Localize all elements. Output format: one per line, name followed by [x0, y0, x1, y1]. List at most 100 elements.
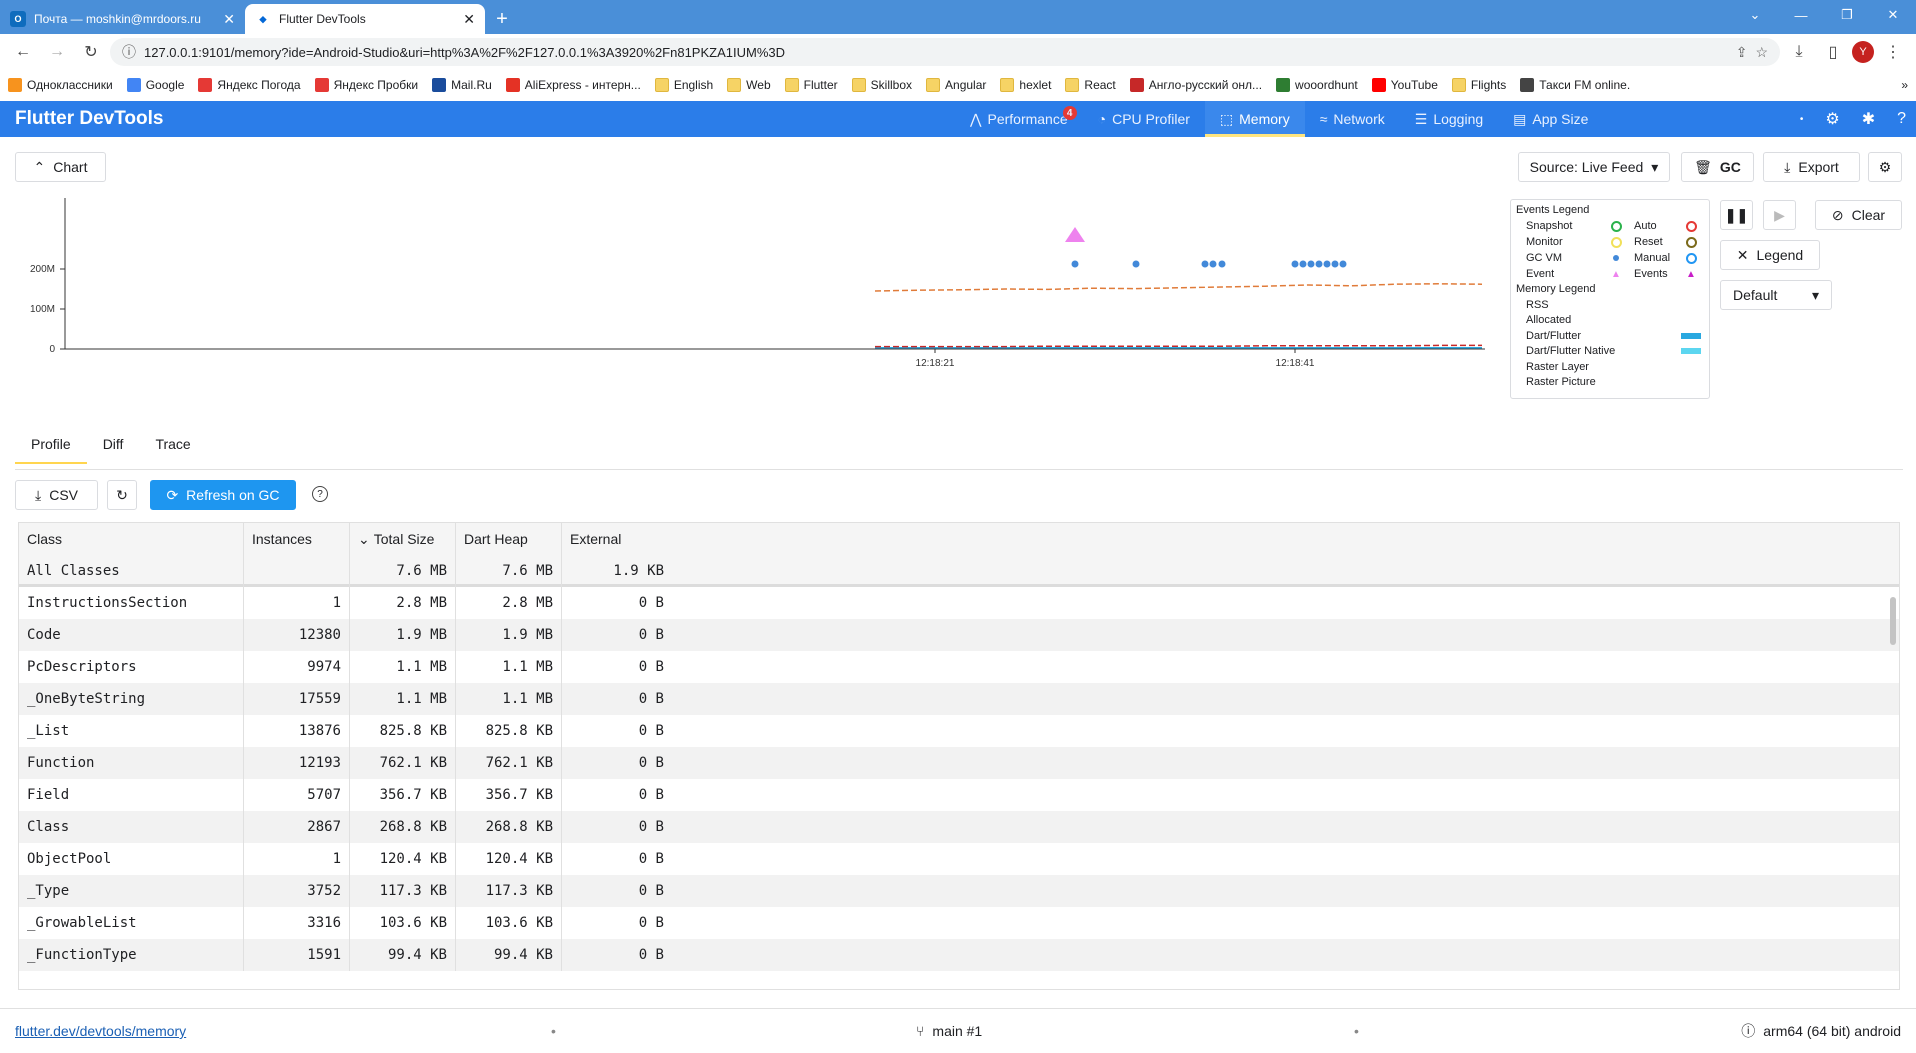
gc-event-marker [1071, 260, 1079, 268]
table-cell: _FunctionType [19, 939, 244, 971]
source-select[interactable]: Source: Live Feed ▾ [1518, 152, 1670, 182]
table-cell: 0 B [638, 595, 664, 611]
table-cell: 1.1 MB [350, 651, 456, 683]
table-row[interactable]: _OneByteString 17559 1.1 MB 1.1 MB 0 B [19, 683, 1899, 715]
clear-button[interactable]: ⊘ Clear [1815, 200, 1902, 230]
table-cell: 1591 [244, 939, 350, 971]
table-row[interactable]: _FunctionType 1591 99.4 KB 99.4 KB 0 B [19, 939, 1899, 971]
close-tab-icon[interactable]: ✕ [463, 11, 475, 28]
browser-tab-devtools[interactable]: ◆ Flutter DevTools ✕ [245, 4, 485, 34]
tab-trace[interactable]: Trace [139, 424, 206, 464]
table-row[interactable]: Field 5707 356.7 KB 356.7 KB 0 B [19, 779, 1899, 811]
restore-icon[interactable]: ❐ [1824, 0, 1870, 30]
interval-select[interactable]: Default ▾ [1720, 280, 1832, 310]
tab-performance[interactable]: ⋀ Performance 4 [955, 101, 1083, 137]
new-tab-button[interactable]: + [485, 4, 519, 34]
bookmark-item[interactable]: Яндекс Погода [198, 78, 301, 92]
more-bookmarks-icon[interactable]: » [1901, 78, 1908, 92]
export-button[interactable]: ⤓ Export [1763, 152, 1860, 182]
help-icon[interactable]: ? [1897, 110, 1906, 128]
browser-menu-icon[interactable]: ⋮ [1878, 37, 1908, 67]
table-row[interactable]: _GrowableList 3316 103.6 KB 103.6 KB 0 B [19, 907, 1899, 939]
help-icon[interactable]: ? [312, 486, 328, 502]
tab-memory[interactable]: ⬚ Memory [1204, 101, 1305, 137]
bookmark-item[interactable]: Web [727, 78, 771, 92]
summary-row[interactable]: All Classes 7.6 MB 7.6 MB 1.9 KB [19, 555, 1899, 587]
bookmark-item[interactable]: Flutter [784, 78, 838, 92]
tab-logging[interactable]: ☰ Logging [1400, 101, 1498, 137]
memory-settings-button[interactable]: ⚙ [1868, 152, 1902, 182]
back-icon[interactable]: ← [8, 37, 38, 67]
isolate-selector[interactable]: ⑂ main #1 [916, 1023, 982, 1039]
legend-button[interactable]: ✕ Legend [1720, 240, 1820, 270]
delete-icon: 🗑 [1694, 158, 1712, 175]
pause-button[interactable]: ❚❚ [1720, 200, 1753, 230]
table-row[interactable]: ObjectPool 1 120.4 KB 120.4 KB 0 B [19, 843, 1899, 875]
tab-diff[interactable]: Diff [87, 424, 140, 464]
url-field[interactable]: ⓘ 127.0.0.1:9101/memory?ide=Android-Stud… [110, 38, 1780, 66]
tab-cpu-profiler[interactable]: ◔ CPU Profiler [1083, 101, 1205, 137]
minimize-icon[interactable]: — [1778, 0, 1824, 30]
browser-tab-mail[interactable]: O Почта — moshkin@mrdoors.ru ✕ [0, 4, 245, 34]
site-info-icon[interactable]: ⓘ [122, 42, 136, 62]
chart-toggle-button[interactable]: ⌃ Chart [15, 152, 106, 182]
bookmark-item[interactable]: Mail.Ru [432, 78, 492, 92]
bookmark-item[interactable]: Англо-русский онл... [1129, 78, 1262, 92]
settings-icon[interactable]: ⚙ [1825, 109, 1839, 129]
table-row[interactable]: InstructionsSection 1 2.8 MB 2.8 MB 0 B [19, 587, 1899, 619]
bookmark-item[interactable]: YouTube [1371, 78, 1438, 92]
bookmark-item[interactable]: Angular [926, 78, 986, 92]
column-dart-heap[interactable]: Dart Heap [456, 523, 562, 555]
bookmark-item[interactable]: English [654, 78, 713, 92]
bookmark-item[interactable]: Яндекс Пробки [314, 78, 418, 92]
refresh-on-gc-button[interactable]: ⟳ Refresh on GC [150, 480, 296, 510]
bug-icon[interactable]: ✱ [1862, 109, 1875, 129]
bookmark-item[interactable]: Skillbox [851, 78, 912, 92]
column-instances[interactable]: Instances [244, 523, 350, 555]
tab-network[interactable]: ≈ Network [1305, 101, 1400, 137]
forward-icon[interactable]: → [42, 37, 72, 67]
bookmark-item[interactable]: Flights [1451, 78, 1506, 92]
table-row[interactable]: _List 13876 825.8 KB 825.8 KB 0 B [19, 715, 1899, 747]
table-row[interactable]: _Type 3752 117.3 KB 117.3 KB 0 B [19, 875, 1899, 907]
bookmark-item[interactable]: AliExpress - интерн... [505, 78, 641, 92]
table-row[interactable]: PcDescriptors 9974 1.1 MB 1.1 MB 0 B [19, 651, 1899, 683]
scrollbar[interactable] [1890, 597, 1896, 645]
table-cell: 99.4 KB [456, 939, 562, 971]
avatar[interactable]: Y [1852, 41, 1874, 63]
browser-tab-bar: O Почта — moshkin@mrdoors.ru ✕ ◆ Flutter… [0, 0, 1916, 34]
bookmark-item[interactable]: hexlet [1000, 78, 1051, 92]
column-external[interactable]: External [562, 523, 672, 555]
bookmark-item[interactable]: Одноклассники [8, 78, 113, 92]
folder-icon [851, 78, 866, 92]
gc-button[interactable]: 🗑 GC [1681, 152, 1754, 182]
bookmark-item[interactable]: React [1065, 78, 1116, 92]
gc-event-marker [1291, 260, 1299, 268]
share-icon[interactable]: ⇪ [1736, 44, 1748, 61]
csv-button[interactable]: ⤓ CSV [15, 480, 98, 510]
docs-link[interactable]: flutter.dev/devtools/memory [15, 1023, 186, 1039]
tab-app-size[interactable]: ▤ App Size [1498, 101, 1603, 137]
x-tick-label: 12:18:21 [916, 358, 955, 369]
table-cell: _List [19, 715, 244, 747]
download-icon[interactable]: ⤓ [1784, 37, 1814, 67]
close-tab-icon[interactable]: ✕ [223, 11, 235, 28]
table-row[interactable]: Code 12380 1.9 MB 1.9 MB 0 B [19, 619, 1899, 651]
column-total-size[interactable]: ⌄ Total Size [350, 523, 456, 555]
reload-icon[interactable]: ↻ [76, 37, 106, 67]
table-row[interactable]: Function 12193 762.1 KB 762.1 KB 0 B [19, 747, 1899, 779]
side-panel-icon[interactable]: ▯ [1818, 37, 1848, 67]
autorenew-icon: ⟳ [166, 486, 179, 503]
bookmark-star-icon[interactable]: ☆ [1755, 44, 1768, 61]
column-class[interactable]: Class [19, 523, 244, 555]
table-row[interactable]: Class 2867 268.8 KB 268.8 KB 0 B [19, 811, 1899, 843]
bookmark-item[interactable]: Google [126, 78, 184, 92]
resume-button[interactable]: ▶ [1763, 200, 1796, 230]
legend-swatch [1681, 332, 1701, 339]
window-close-icon[interactable]: ✕ [1870, 0, 1916, 30]
bookmark-item[interactable]: Такси FM online. [1520, 78, 1630, 92]
tab-search-icon[interactable]: ⌄ [1732, 0, 1778, 30]
refresh-button[interactable]: ↻ [107, 480, 137, 510]
tab-profile[interactable]: Profile [15, 424, 87, 464]
bookmark-item[interactable]: wooordhunt [1276, 78, 1358, 92]
